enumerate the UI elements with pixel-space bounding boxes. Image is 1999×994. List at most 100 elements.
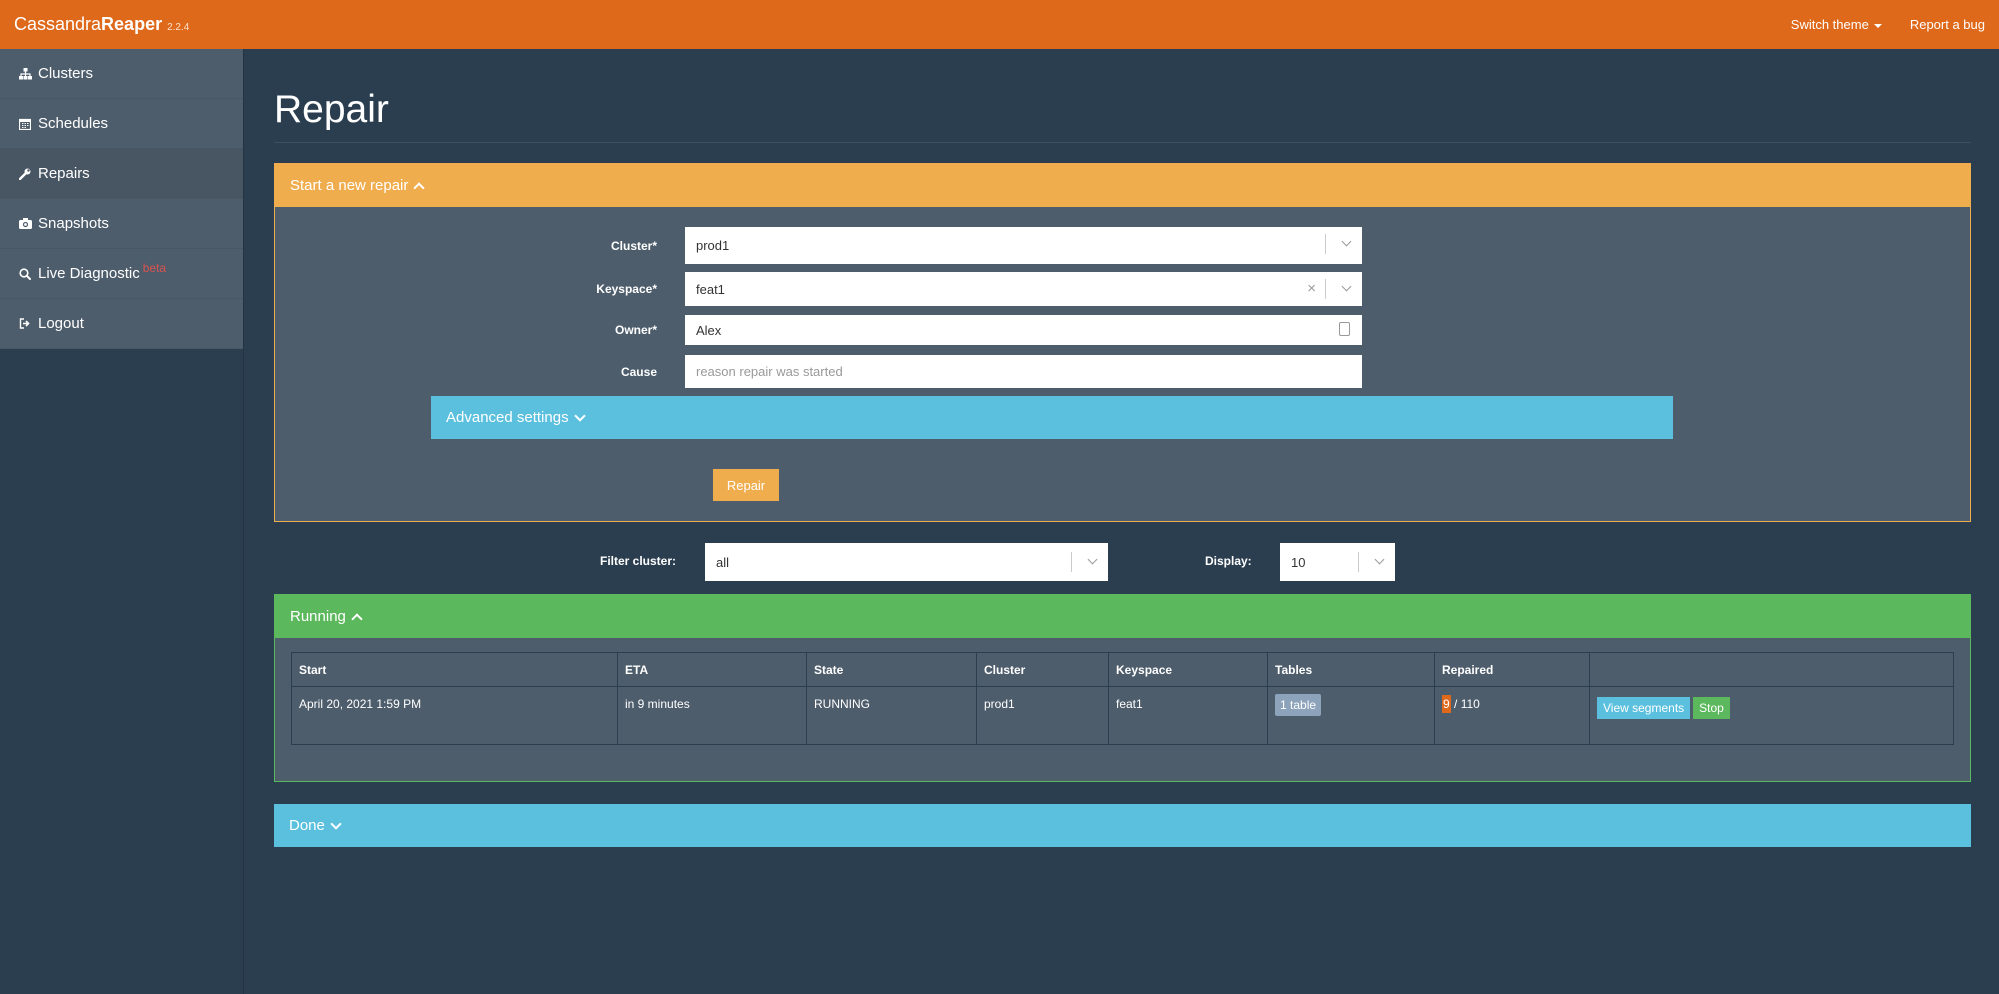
filter-cluster-label: Filter cluster: xyxy=(600,554,677,568)
calendar-icon xyxy=(18,117,32,131)
running-panel: Running Start ETA State Cluster Keyspace… xyxy=(274,594,1971,782)
stop-button[interactable]: Stop xyxy=(1693,697,1730,719)
cell-eta: in 9 minutes xyxy=(617,686,807,745)
table-row[interactable]: April 20, 2021 1:59 PM in 9 minutes RUNN… xyxy=(291,686,1954,745)
owner-row: Owner* Alex xyxy=(275,315,1362,345)
cell-state: RUNNING xyxy=(806,686,977,745)
repair-button[interactable]: Repair xyxy=(713,469,779,501)
report-bug-link[interactable]: Report a bug xyxy=(1910,17,1985,32)
page-title: Repair xyxy=(274,88,1971,143)
view-segments-button[interactable]: View segments xyxy=(1597,697,1691,719)
repaired-total: / 110 xyxy=(1454,697,1480,711)
owner-label: Owner* xyxy=(614,323,657,337)
cell-actions: View segments Stop xyxy=(1589,686,1954,745)
brand-name-bold: Reaper xyxy=(101,14,163,34)
running-panel-header[interactable]: Running xyxy=(275,595,1970,638)
top-navbar: Cassandra Reaper 2.2.4 Switch theme Report… xyxy=(0,0,1999,49)
sidebar-item-clusters[interactable]: Clusters xyxy=(0,49,243,99)
sidebar-item-label: Repairs xyxy=(38,165,90,182)
chevron-down-icon xyxy=(573,409,586,422)
sidebar-item-live-diagnostic[interactable]: Live Diagnostic beta xyxy=(0,249,243,299)
switch-theme-dropdown[interactable]: Switch theme xyxy=(1791,17,1882,32)
keyspace-row: Keyspace* feat1 × xyxy=(275,272,1362,306)
search-icon xyxy=(18,267,32,281)
sidebar-item-label: Logout xyxy=(38,315,84,332)
done-panel: Done xyxy=(274,804,1971,847)
sidebar-item-repairs[interactable]: Repairs xyxy=(0,149,243,199)
running-heading: Running xyxy=(290,608,346,625)
chevron-down-icon[interactable] xyxy=(1341,236,1352,247)
cluster-label: Cluster* xyxy=(610,238,657,253)
select-separator xyxy=(1358,552,1359,572)
col-repaired: Repaired xyxy=(1434,652,1590,687)
chevron-up-icon xyxy=(351,612,363,625)
sidebar-menu: Clusters Schedules Repairs Snapshots Liv… xyxy=(0,49,243,349)
sidebar-item-label: Live Diagnostic xyxy=(38,265,140,282)
new-repair-panel: Start a new repair Cluster* prod1 Keyspa… xyxy=(274,163,1971,522)
done-heading: Done xyxy=(289,817,325,834)
cell-repaired: 9 / 110 xyxy=(1434,686,1590,745)
running-repairs-table: Start ETA State Cluster Keyspace Tables … xyxy=(291,652,1954,745)
sidebar-item-schedules[interactable]: Schedules xyxy=(0,99,243,149)
chevron-down-icon[interactable] xyxy=(1087,554,1098,565)
tables-badge[interactable]: 1 table xyxy=(1275,694,1322,716)
cell-cluster: prod1 xyxy=(976,686,1109,745)
col-start: Start xyxy=(291,652,618,687)
done-panel-header[interactable]: Done xyxy=(274,804,1971,847)
switch-theme-label: Switch theme xyxy=(1790,17,1869,32)
caret-down-icon xyxy=(1873,23,1882,28)
display-count-value: 10 xyxy=(1291,554,1306,570)
filter-cluster-select[interactable]: all xyxy=(705,543,1108,581)
keyspace-label: Keyspace* xyxy=(596,282,657,296)
autofill-icon[interactable] xyxy=(1339,322,1350,336)
owner-input-value: Alex xyxy=(696,322,722,338)
brand-logo[interactable]: Cassandra Reaper 2.2.4 xyxy=(14,14,189,35)
select-separator xyxy=(1071,552,1072,572)
sidebar: Clusters Schedules Repairs Snapshots Liv… xyxy=(0,49,244,994)
filter-row: Filter cluster: all Display: 10 xyxy=(274,522,1971,594)
new-repair-form: Cluster* prod1 Keyspace* feat1 × Owner* xyxy=(275,207,1970,521)
display-count-select[interactable]: 10 xyxy=(1280,543,1395,581)
cluster-select[interactable]: prod1 xyxy=(685,227,1362,264)
select-separator xyxy=(1325,279,1326,299)
camera-icon xyxy=(18,217,32,231)
col-actions xyxy=(1589,652,1954,687)
col-eta: ETA xyxy=(617,652,807,687)
sidebar-item-snapshots[interactable]: Snapshots xyxy=(0,199,243,249)
running-table-wrapper: Start ETA State Cluster Keyspace Tables … xyxy=(275,638,1970,781)
repaired-progress-count: 9 xyxy=(1442,695,1451,713)
cell-tables: 1 table xyxy=(1267,686,1435,745)
sidebar-item-logout[interactable]: Logout xyxy=(0,299,243,349)
sidebar-item-label: Schedules xyxy=(38,115,109,132)
display-label: Display: xyxy=(1205,554,1252,568)
cause-input[interactable]: reason repair was started xyxy=(685,355,1362,388)
col-keyspace: Keyspace xyxy=(1108,652,1268,687)
keyspace-select[interactable]: feat1 × xyxy=(685,272,1362,306)
chevron-down-icon xyxy=(330,817,342,830)
cluster-row: Cluster* prod1 xyxy=(275,227,1362,264)
sidebar-item-label: Clusters xyxy=(38,65,94,82)
col-state: State xyxy=(806,652,977,687)
advanced-settings-toggle[interactable]: Advanced settings xyxy=(431,396,1673,439)
filter-cluster-value: all xyxy=(716,554,730,570)
logout-icon xyxy=(18,317,32,331)
cluster-select-value: prod1 xyxy=(696,238,730,253)
new-repair-panel-header[interactable]: Start a new repair xyxy=(275,164,1970,207)
chevron-down-icon[interactable] xyxy=(1341,281,1352,292)
cause-label: Cause xyxy=(620,364,657,379)
select-separator xyxy=(1325,234,1326,254)
owner-input[interactable]: Alex xyxy=(685,315,1362,345)
cell-start: April 20, 2021 1:59 PM xyxy=(291,686,618,745)
main-content: Repair Start a new repair Cluster* prod1… xyxy=(274,49,1971,847)
col-cluster: Cluster xyxy=(976,652,1109,687)
chevron-down-icon[interactable] xyxy=(1374,554,1385,565)
version-label: 2.2.4 xyxy=(167,22,190,33)
chevron-up-icon xyxy=(413,181,426,194)
cause-row: Cause reason repair was started xyxy=(275,355,1362,388)
new-repair-heading: Start a new repair xyxy=(290,177,409,194)
advanced-settings-label: Advanced settings xyxy=(446,409,569,426)
clear-icon[interactable]: × xyxy=(1307,280,1316,297)
sitemap-icon xyxy=(18,67,32,81)
keyspace-select-value: feat1 xyxy=(696,281,725,297)
table-header-row: Start ETA State Cluster Keyspace Tables … xyxy=(291,652,1954,687)
